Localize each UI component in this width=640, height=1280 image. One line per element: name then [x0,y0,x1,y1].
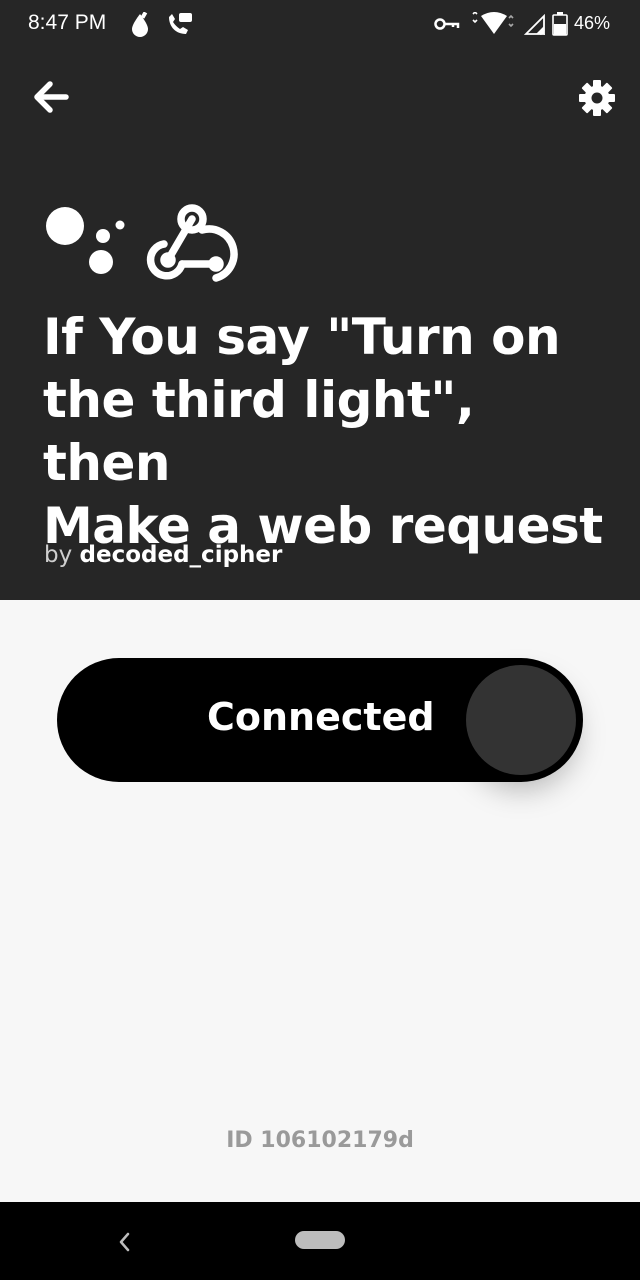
toggle-label: Connected [207,695,435,739]
title-line: If You say "Turn on [43,308,561,366]
author-name[interactable]: decoded_cipher [80,542,283,568]
title-line: the third light", then [43,371,475,492]
google-assistant-icon [46,207,125,274]
applet-header: 8:47 PM x 46% If You say "Turn on the th… [0,0,640,600]
wifi-icon [472,12,514,34]
byline: by decoded_cipher [44,542,282,568]
byline-prefix: by [44,542,73,568]
call-icon [169,13,192,34]
vpn-key-icon [434,18,460,30]
webhooks-icon [146,204,238,282]
svg-text:x: x [540,28,546,36]
gear-icon[interactable] [577,78,617,118]
status-bar: 8:47 PM x 46% [0,0,640,50]
battery-icon [552,12,568,36]
applet-title: If You say "Turn on the third light", th… [43,306,613,558]
chevron-left-icon[interactable] [112,1228,136,1256]
applet-id: ID 106102179d [226,1128,414,1153]
battery-percent: 46% [574,13,611,33]
signal-icon: x [524,14,546,36]
connect-toggle[interactable]: Connected [57,658,583,782]
home-pill-icon[interactable] [295,1231,345,1249]
toggle-knob[interactable] [466,665,576,775]
arrow-left-icon[interactable] [30,78,70,118]
drop-icon [132,12,148,37]
status-time: 8:47 PM [28,11,107,34]
